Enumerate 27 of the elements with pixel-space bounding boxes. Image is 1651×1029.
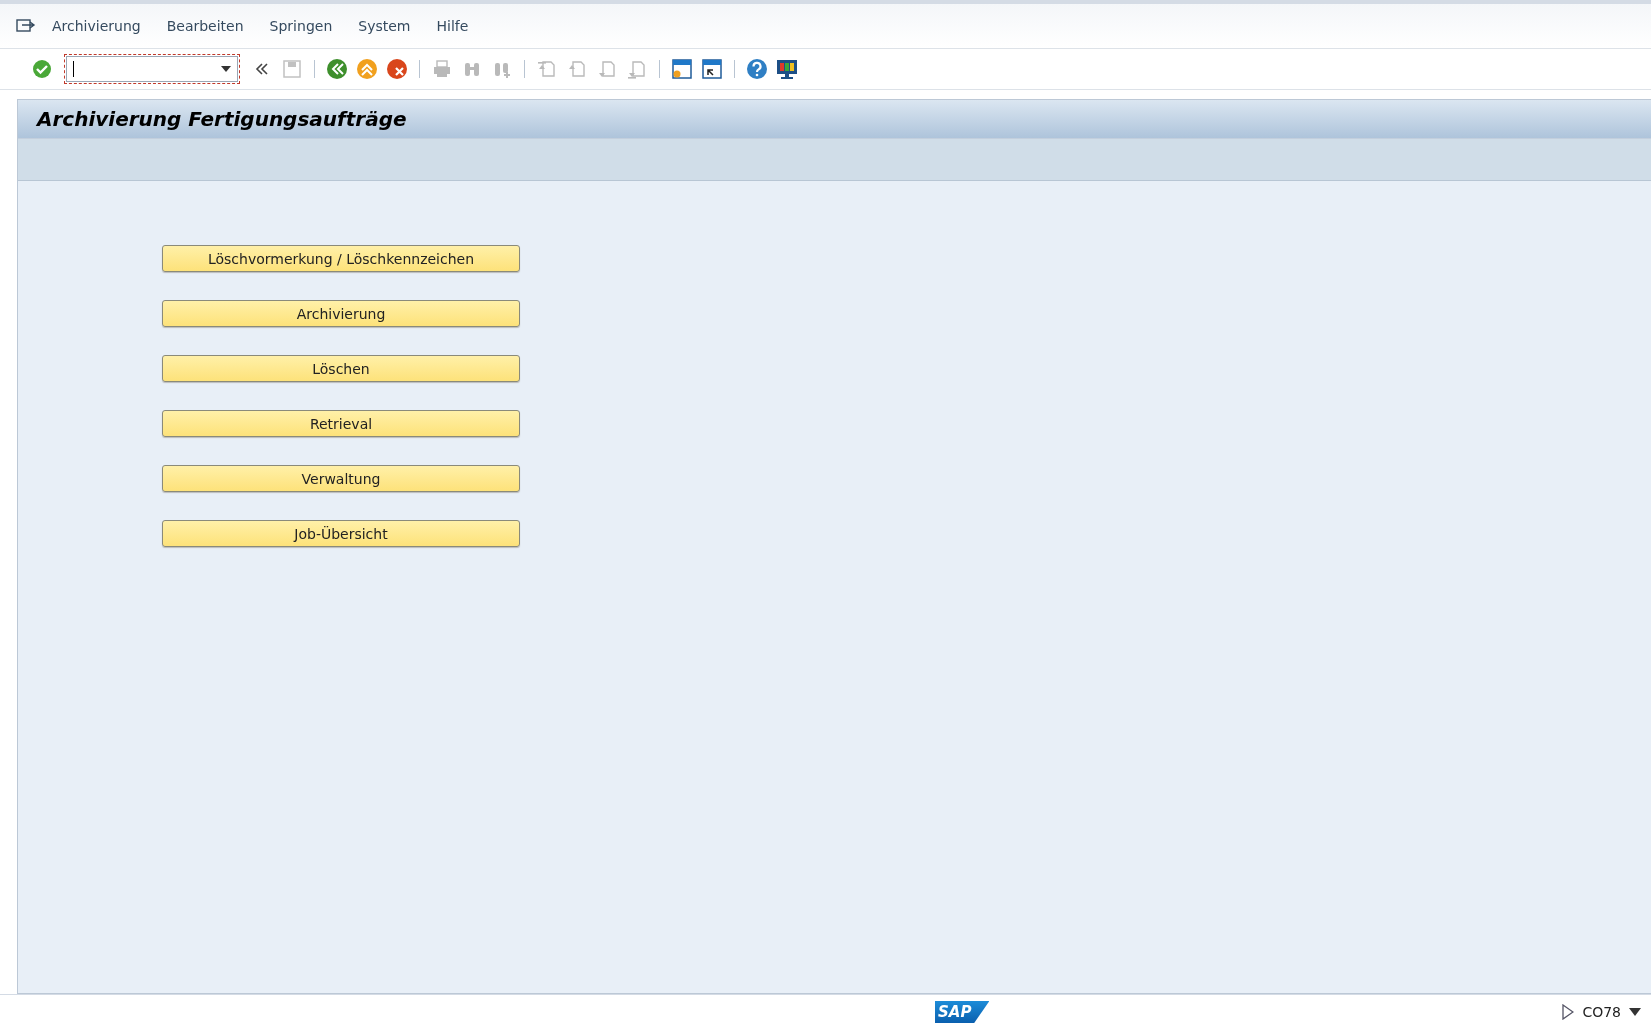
transaction-code: CO78 — [1582, 1004, 1621, 1020]
menu-item[interactable]: System — [358, 18, 411, 34]
exit-icon[interactable] — [355, 57, 379, 81]
menu-item[interactable]: Springen — [269, 18, 333, 34]
new-window-icon[interactable] — [670, 57, 694, 81]
action-button[interactable]: Job-Übersicht — [162, 520, 520, 547]
monitor-icon[interactable] — [775, 57, 799, 81]
shortcut-window-icon[interactable] — [700, 57, 724, 81]
menu-item[interactable]: Hilfe — [436, 18, 469, 34]
dropdown-caret-icon[interactable] — [221, 66, 231, 72]
action-button[interactable]: Retrieval — [162, 410, 520, 437]
logo: SAP — [935, 1001, 990, 1023]
action-button[interactable]: Löschen — [162, 355, 520, 382]
cancel-icon[interactable] — [385, 57, 409, 81]
caret-icon[interactable] — [1629, 1008, 1641, 1016]
command-field[interactable] — [66, 56, 238, 82]
action-button[interactable]: Archivierung — [162, 300, 520, 327]
help-icon[interactable] — [745, 57, 769, 81]
action-button[interactable]: Löschvormerkung / Löschkennzeichen — [162, 245, 520, 272]
play-icon[interactable] — [1562, 1004, 1575, 1020]
menu-item[interactable]: Archivierung — [52, 18, 141, 34]
check-icon[interactable] — [30, 57, 54, 81]
menu-icon[interactable] — [16, 18, 36, 34]
menu-item[interactable]: Bearbeiten — [166, 18, 244, 34]
back-icon[interactable] — [325, 57, 349, 81]
page-title: Archivierung Fertigungsaufträge — [37, 107, 407, 131]
action-button[interactable]: Verwaltung — [162, 465, 520, 492]
